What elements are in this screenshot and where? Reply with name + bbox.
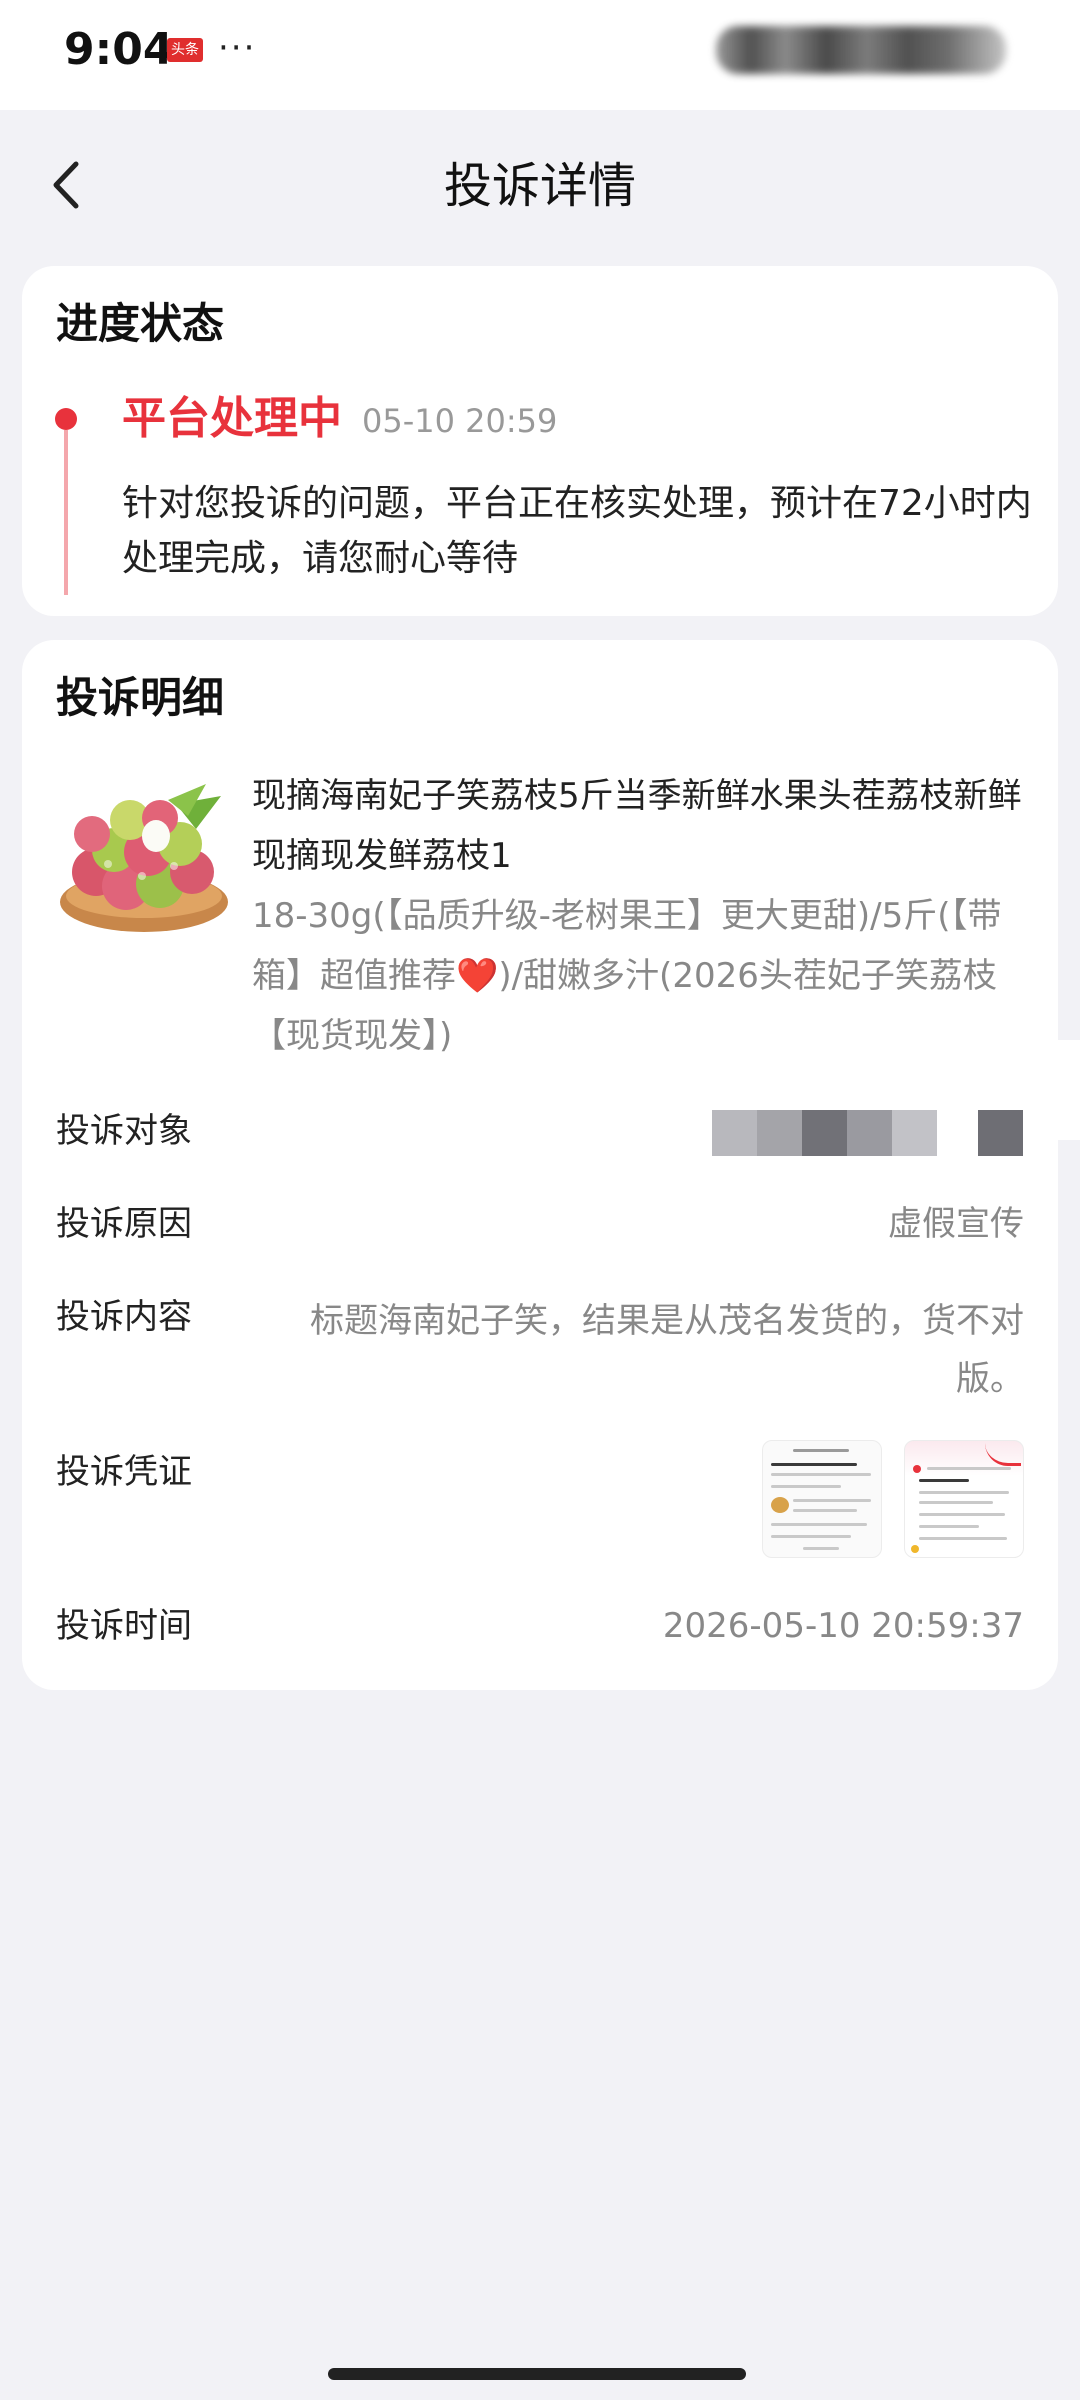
thumb-line (793, 1449, 849, 1452)
thumb-dot (911, 1545, 919, 1553)
thumb-line (919, 1537, 1007, 1540)
target-label: 投诉对象 (56, 1111, 192, 1151)
thumb-line (927, 1467, 1011, 1470)
status-time: 9:04 (64, 24, 174, 75)
thumb-line (919, 1491, 1009, 1494)
thumb-arc (985, 1443, 1021, 1466)
content-label: 投诉内容 (56, 1297, 192, 1337)
product-image[interactable] (56, 774, 232, 942)
thumb-product-icon (771, 1497, 789, 1513)
app-badge-icon: 头条 (167, 38, 203, 62)
progress-heading: 进度状态 (56, 299, 225, 348)
thumb-dot (913, 1465, 921, 1473)
thumb-line (919, 1479, 969, 1482)
thumb-line (793, 1509, 857, 1512)
thumb-line (919, 1501, 993, 1504)
target-value-redacted (712, 1110, 1024, 1156)
thumb-line (803, 1547, 839, 1550)
thumb-line (771, 1463, 857, 1466)
thumb-line (919, 1525, 979, 1528)
mosaic-block (892, 1110, 937, 1156)
mosaic-block (978, 1110, 1023, 1156)
progress-description: 针对您投诉的问题，平台正在核实处理，预计在72小时内处理完成，请您耐心等待 (122, 483, 1032, 579)
evidence-label: 投诉凭证 (56, 1452, 192, 1492)
status-icons-redacted (716, 26, 1006, 74)
lychee-bowl-image (60, 784, 228, 932)
reason-value: 虚假宣传 (888, 1204, 1024, 1244)
mosaic-block (802, 1110, 847, 1156)
progress-card: 进度状态 平台处理中 05-10 20:59 针对您投诉的问题，平台正在核实处理… (22, 266, 1058, 616)
product-spec: 18-30g(【品质升级-老树果王】更大更甜)/5斤(【带箱】超值推荐❤️)/甜… (252, 896, 1002, 1056)
thumb-line (771, 1523, 867, 1526)
complaint-detail-card: 投诉明细 现摘海南妃子笑荔枝5斤当季新鲜水果头茬荔枝新鲜现摘现发鲜荔枝1 18-… (22, 640, 1058, 1690)
thumb-line (793, 1499, 871, 1502)
page-title: 投诉详情 (443, 158, 636, 214)
nav-header: 投诉详情 (0, 110, 1080, 260)
evidence-thumbnail[interactable] (762, 1440, 882, 1558)
thumb-line (771, 1473, 871, 1476)
thumb-line (771, 1485, 841, 1488)
timeline-dot (55, 408, 77, 430)
content-value: 标题海南妃子笑，结果是从茂名发货的，货不对版。 (310, 1301, 1024, 1399)
home-indicator[interactable] (328, 2368, 746, 2380)
time-label: 投诉时间 (56, 1606, 192, 1646)
status-bar: 9:04 头条 ··· (0, 0, 1080, 110)
detail-heading: 投诉明细 (56, 673, 225, 722)
timeline-line (64, 430, 68, 595)
progress-status: 平台处理中 (122, 393, 342, 444)
thumb-line (771, 1535, 851, 1538)
time-value: 2026-05-10 20:59:37 (662, 1606, 1024, 1646)
more-notifications-icon: ··· (218, 28, 257, 68)
mosaic-block (847, 1110, 892, 1156)
product-title[interactable]: 现摘海南妃子笑荔枝5斤当季新鲜水果头茬荔枝新鲜现摘现发鲜荔枝1 (252, 766, 1047, 886)
reason-label: 投诉原因 (56, 1204, 192, 1244)
mosaic-block (712, 1110, 757, 1156)
side-edge-tab (1058, 1040, 1080, 1140)
evidence-thumbnail[interactable] (904, 1440, 1024, 1558)
mosaic-block (757, 1110, 802, 1156)
progress-time: 05-10 20:59 (362, 402, 558, 440)
thumb-line (919, 1513, 1005, 1516)
